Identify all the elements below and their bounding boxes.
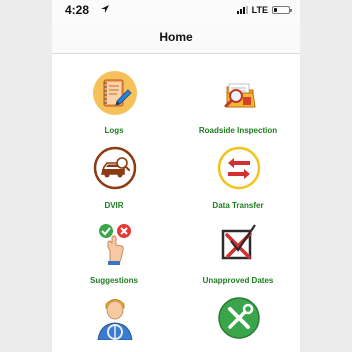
page-title: Home <box>159 30 193 44</box>
menu-item-data-transfer[interactable]: Data Transfer <box>176 130 300 210</box>
phone-screen: 4:28 LTE Home Logs Roadside Inspection D… <box>52 0 300 352</box>
signal-icon <box>236 6 248 14</box>
car-inspection-icon <box>93 146 137 190</box>
notebook-pencil-icon <box>93 71 137 115</box>
battery-icon <box>272 6 292 14</box>
thumbs-choice-icon <box>99 224 131 265</box>
status-time: 4:28 <box>65 3 90 17</box>
checkbox-x-icon <box>221 224 256 260</box>
menu-item-suggestions[interactable]: Suggestions <box>52 205 176 285</box>
menu-item-logs[interactable]: Logs <box>52 55 176 135</box>
status-bar: 4:28 LTE <box>52 0 300 20</box>
transfer-arrows-icon <box>217 146 261 190</box>
status-indicators: LTE <box>236 5 292 15</box>
menu-item-driver-profile[interactable] <box>52 280 176 352</box>
driver-avatar-icon <box>97 299 133 340</box>
menu-item-roadside-inspection[interactable]: Roadside Inspection <box>176 55 300 135</box>
menu-item-dvir[interactable]: DVIR <box>52 130 176 210</box>
menu-item-unapproved-dates[interactable]: Unapproved Dates <box>176 205 300 285</box>
navigation-bar: Home <box>52 20 300 54</box>
folder-magnifier-icon <box>224 83 256 108</box>
menu-item-settings[interactable] <box>176 280 300 352</box>
settings-tools-icon <box>218 297 260 339</box>
location-arrow-icon <box>101 5 109 13</box>
network-label: LTE <box>251 5 268 15</box>
